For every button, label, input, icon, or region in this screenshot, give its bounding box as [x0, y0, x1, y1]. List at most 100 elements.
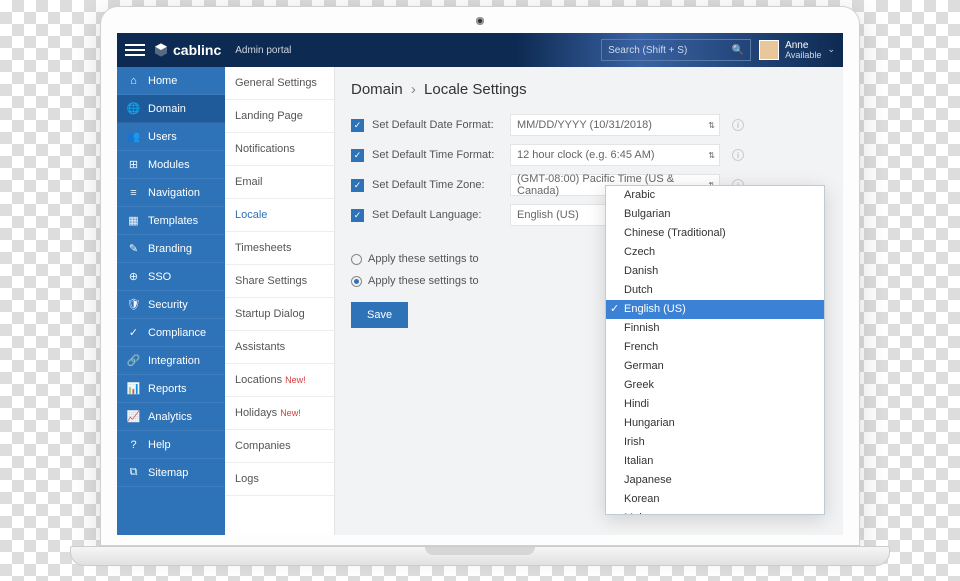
language-option[interactable]: Finnish	[606, 319, 824, 338]
sidebar-item-label: Integration	[148, 355, 200, 367]
sidebar-item-label: Home	[148, 75, 177, 87]
date-format-select[interactable]: MM/DD/YYYY (10/31/2018)⇅	[510, 114, 720, 136]
sidebar-item-branding[interactable]: ✎Branding	[117, 235, 225, 263]
sidebar-item-security[interactable]: 🛡Security	[117, 291, 225, 319]
label: Set Default Time Format:	[372, 149, 502, 161]
language-option[interactable]: Greek	[606, 376, 824, 395]
sidebar-item-label: Navigation	[148, 187, 200, 199]
save-button[interactable]: Save	[351, 302, 408, 328]
subnav-item-timesheets[interactable]: Timesheets	[225, 232, 334, 265]
subnav-item-holidays[interactable]: HolidaysNew!	[225, 397, 334, 430]
sidebar-item-label: Branding	[148, 243, 192, 255]
language-option[interactable]: English (US)	[606, 300, 824, 319]
sidebar-item-label: Modules	[148, 159, 190, 171]
sidebar-item-modules[interactable]: ⊞ Modules	[117, 151, 225, 179]
user-menu[interactable]: Anne Available ⌄	[759, 40, 835, 61]
subnav-item-locale[interactable]: Locale	[225, 199, 334, 232]
search-placeholder: Search (Shift + S)	[608, 45, 687, 56]
chart-icon: 📊	[127, 382, 140, 395]
language-dropdown[interactable]: ArabicBulgarianChinese (Traditional)Czec…	[605, 185, 825, 515]
analytics-icon: 📈	[127, 410, 140, 423]
language-option[interactable]: Czech	[606, 243, 824, 262]
new-badge: New!	[280, 408, 301, 418]
language-option[interactable]: Hindi	[606, 395, 824, 414]
language-option[interactable]: Arabic	[606, 186, 824, 205]
subnav-item-landing-page[interactable]: Landing Page	[225, 100, 334, 133]
sitemap-icon: ⧉	[127, 466, 140, 479]
sidebar-item-label: Templates	[148, 215, 198, 227]
sidebar-item-users[interactable]: 👥 Users	[117, 123, 225, 151]
crumb-b: Locale Settings	[424, 81, 527, 98]
templates-icon: ▦	[127, 214, 140, 227]
language-option[interactable]: Danish	[606, 262, 824, 281]
label: Set Default Date Format:	[372, 119, 502, 131]
radio-icon	[351, 254, 362, 265]
users-icon: 👥	[127, 130, 140, 143]
language-option[interactable]: Bulgarian	[606, 205, 824, 224]
language-option[interactable]: Chinese (Traditional)	[606, 224, 824, 243]
sidebar-item-sso[interactable]: ⊕SSO	[117, 263, 225, 291]
caret-icon: ⇅	[708, 151, 715, 160]
language-option[interactable]: Dutch	[606, 281, 824, 300]
modules-icon: ⊞	[127, 158, 140, 171]
laptop-frame: cablinc Admin portal Search (Shift + S) …	[70, 6, 890, 566]
laptop-notch	[425, 547, 535, 555]
sidebar-item-label: Sitemap	[148, 467, 188, 479]
sidebar-item-integration[interactable]: 🔗Integration	[117, 347, 225, 375]
brand-text: cablinc	[173, 42, 221, 58]
language-option[interactable]: French	[606, 338, 824, 357]
language-option[interactable]: Hungarian	[606, 414, 824, 433]
avatar	[759, 40, 779, 60]
subnav-item-startup-dialog[interactable]: Startup Dialog	[225, 298, 334, 331]
menu-icon[interactable]	[125, 40, 145, 60]
settings-subnav: General SettingsLanding PageNotification…	[225, 67, 335, 535]
subnav-item-assistants[interactable]: Assistants	[225, 331, 334, 364]
sidebar-item-help[interactable]: ?Help	[117, 431, 225, 459]
sidebar-item-label: Analytics	[148, 411, 192, 423]
sidebar-item-reports[interactable]: 📊Reports	[117, 375, 225, 403]
language-option[interactable]: Malay	[606, 509, 824, 515]
field-date-format: ✓ Set Default Date Format: MM/DD/YYYY (1…	[351, 110, 827, 140]
checkbox-icon[interactable]: ✓	[351, 119, 364, 132]
language-option[interactable]: Korean	[606, 490, 824, 509]
subnav-item-general-settings[interactable]: General Settings	[225, 67, 334, 100]
crumb-a: Domain	[351, 81, 403, 98]
checkbox-icon[interactable]: ✓	[351, 149, 364, 162]
language-option[interactable]: German	[606, 357, 824, 376]
label: Set Default Time Zone:	[372, 179, 502, 191]
sidebar-item-home[interactable]: ⌂Home	[117, 67, 225, 95]
checkbox-icon[interactable]: ✓	[351, 209, 364, 222]
sidebar-item-analytics[interactable]: 📈 Analytics	[117, 403, 225, 431]
subnav-item-notifications[interactable]: Notifications	[225, 133, 334, 166]
checkbox-icon[interactable]: ✓	[351, 179, 364, 192]
brand-logo[interactable]: cablinc	[153, 42, 221, 58]
sidebar-item-label: Domain	[148, 103, 186, 115]
search-icon: 🔍	[732, 45, 744, 56]
sidebar-item-navigation[interactable]: ≡Navigation	[117, 179, 225, 207]
info-icon[interactable]: i	[732, 149, 744, 161]
time-format-select[interactable]: 12 hour clock (e.g. 6:45 AM)⇅	[510, 144, 720, 166]
sidebar-item-label: Compliance	[148, 327, 206, 339]
language-option[interactable]: Irish	[606, 433, 824, 452]
help-icon: ?	[127, 439, 140, 451]
breadcrumb: Domain › Locale Settings	[351, 81, 827, 98]
sidebar-item-sitemap[interactable]: ⧉ Sitemap	[117, 459, 225, 487]
user-status: Available	[785, 51, 821, 61]
subnav-item-companies[interactable]: Companies	[225, 430, 334, 463]
sso-icon: ⊕	[127, 270, 140, 283]
subnav-item-locations[interactable]: LocationsNew!	[225, 364, 334, 397]
language-option[interactable]: Italian	[606, 452, 824, 471]
field-time-format: ✓ Set Default Time Format: 12 hour clock…	[351, 140, 827, 170]
subnav-item-share-settings[interactable]: Share Settings	[225, 265, 334, 298]
language-option[interactable]: Japanese	[606, 471, 824, 490]
sidebar-item-domain[interactable]: 🌐Domain	[117, 95, 225, 123]
sidebar-item-compliance[interactable]: ✓Compliance	[117, 319, 225, 347]
sidebar-item-label: Users	[148, 131, 177, 143]
crumb-sep: ›	[411, 81, 416, 98]
search-input[interactable]: Search (Shift + S) 🔍	[601, 39, 751, 61]
topbar: cablinc Admin portal Search (Shift + S) …	[117, 33, 843, 67]
sidebar-item-templates[interactable]: ▦ Templates	[117, 207, 225, 235]
info-icon[interactable]: i	[732, 119, 744, 131]
subnav-item-email[interactable]: Email	[225, 166, 334, 199]
subnav-item-logs[interactable]: Logs	[225, 463, 334, 496]
